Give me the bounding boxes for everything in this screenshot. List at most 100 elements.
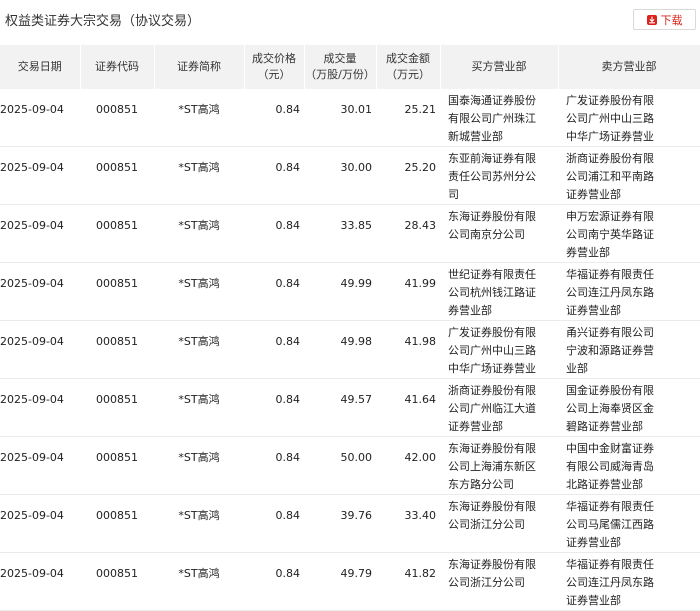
- buyer-branch-cell: 东海证券股份有限公司上海浦东新区东方路分公司: [440, 436, 558, 495]
- download-button[interactable]: 下载: [633, 9, 696, 30]
- trade-date-cell-text: 2025-09-04: [0, 567, 64, 580]
- price-cell: 0.84: [244, 552, 304, 611]
- table-row: 2025-09-04 000851 *ST高鸿 0.84 49.57 41.64 浙商证券股…: [0, 378, 700, 437]
- page-header: 权益类证券大宗交易（协议交易） 下载: [0, 0, 700, 40]
- seller-branch-cell: 华福证券有限责任公司连江丹凤东路证券营业部: [558, 262, 700, 321]
- security-name-cell-text: *ST高鸿: [178, 335, 220, 348]
- table-row: 2025-09-04 000851 *ST高鸿 0.84 30.01 25.21 国泰海通证…: [0, 89, 700, 147]
- table-row: 2025-09-04 000851 *ST高鸿 0.84 50.00 42.00 东海证券股…: [0, 436, 700, 495]
- buyer-branch-cell-text: 国泰海通证券股份有限公司广州珠江新城营业部: [448, 94, 536, 143]
- amount-cell-text: 42.00: [404, 451, 437, 464]
- amount-cell: 33.40: [376, 494, 440, 553]
- col-seller-branch-header: 卖方营业部: [558, 45, 700, 89]
- buyer-branch-cell-text: 东海证券股份有限公司上海浦东新区东方路分公司: [448, 442, 536, 491]
- price-cell-text: 0.84: [275, 393, 301, 406]
- table-row: 2025-09-04 000851 *ST高鸿 0.84 49.99 41.99 世纪证券有…: [0, 262, 700, 321]
- security-code-cell-text: 000851: [96, 219, 138, 232]
- security-name-cell: *ST高鸿: [154, 89, 244, 147]
- security-name-cell: *ST高鸿: [154, 146, 244, 205]
- security-code-cell-text: 000851: [96, 161, 138, 174]
- seller-branch-cell-text: 中国中金财富证券有限公司威海青岛北路证券营业部: [566, 442, 654, 491]
- trade-date-cell: 2025-09-04: [0, 204, 80, 263]
- security-name-cell: *ST高鸿: [154, 262, 244, 321]
- table-row: 2025-09-04 000851 *ST高鸿 0.84 49.98 41.98 广发证券股…: [0, 320, 700, 379]
- seller-branch-cell-text: 国金证券股份有限公司上海奉贤区金碧路证券营业部: [566, 384, 654, 433]
- trade-date-cell: 2025-09-04: [0, 436, 80, 495]
- security-code-cell: 000851: [80, 378, 154, 437]
- seller-branch-cell: 甬兴证券有限公司宁波和源路证券营业部: [558, 320, 700, 379]
- security-code-cell-text: 000851: [96, 103, 138, 116]
- price-cell-text: 0.84: [275, 277, 301, 290]
- buyer-branch-cell-text: 东亚前海证券有限责任公司苏州分公司: [448, 152, 536, 201]
- amount-cell-text: 33.40: [404, 509, 437, 522]
- price-cell-text: 0.84: [275, 335, 301, 348]
- trade-date-cell: 2025-09-04: [0, 320, 80, 379]
- trade-date-cell-text: 2025-09-04: [0, 277, 64, 290]
- security-name-cell-text: *ST高鸿: [178, 103, 220, 116]
- trade-date-cell-text: 2025-09-04: [0, 103, 64, 116]
- amount-cell: 25.20: [376, 146, 440, 205]
- buyer-branch-cell-text: 广发证券股份有限公司广州中山三路中华广场证券营业部: [448, 326, 536, 375]
- volume-cell-text: 30.01: [340, 103, 373, 116]
- amount-cell: 28.43: [376, 204, 440, 263]
- table-row: 2025-09-04 000851 *ST高鸿 0.84 30.00 25.20 东亚前海证…: [0, 146, 700, 205]
- col-buyer-branch-header: 买方营业部: [440, 45, 559, 89]
- buyer-branch-cell-text: 浙商证券股份有限公司广州临江大道证券营业部: [448, 384, 536, 433]
- seller-branch-cell: 申万宏源证券有限公司南宁英华路证券营业部: [558, 204, 700, 263]
- trade-date-cell-text: 2025-09-04: [0, 451, 64, 464]
- trade-date-cell: 2025-09-04: [0, 262, 80, 321]
- volume-cell-text: 49.57: [340, 393, 373, 406]
- volume-cell: 39.76: [304, 494, 376, 553]
- security-name-cell-text: *ST高鸿: [178, 393, 220, 406]
- trade-date-cell: 2025-09-04: [0, 494, 80, 553]
- security-name-cell: *ST高鸿: [154, 552, 244, 611]
- volume-cell-text: 49.99: [340, 277, 373, 290]
- seller-branch-cell: 浙商证券股份有限公司浦江和平南路证券营业部: [558, 146, 700, 205]
- security-name-cell: *ST高鸿: [154, 204, 244, 263]
- seller-branch-cell-text: 华福证券有限责任公司连江丹凤东路证券营业部: [566, 558, 654, 607]
- buyer-branch-cell-text: 世纪证券有限责任公司杭州钱江路证券营业部: [448, 268, 536, 317]
- seller-branch-cell-text: 申万宏源证券有限公司南宁英华路证券营业部: [566, 210, 654, 259]
- col-security-name-header: 证券简称: [154, 45, 245, 89]
- volume-cell-text: 50.00: [340, 451, 373, 464]
- table-row: 2025-09-04 000851 *ST高鸿 0.84 39.76 33.40 东海证券股…: [0, 494, 700, 553]
- security-code-cell-text: 000851: [96, 509, 138, 522]
- security-code-cell-text: 000851: [96, 451, 138, 464]
- security-code-cell: 000851: [80, 320, 154, 379]
- table-row: 2025-09-04 000851 *ST高鸿 0.84 49.79 41.82 东海证券股…: [0, 552, 700, 611]
- volume-cell: 49.98: [304, 320, 376, 379]
- seller-branch-cell-text: 浙商证券股份有限公司浦江和平南路证券营业部: [566, 152, 654, 201]
- amount-cell-text: 25.20: [404, 161, 437, 174]
- security-code-cell-text: 000851: [96, 393, 138, 406]
- buyer-branch-cell: 东海证券股份有限公司浙江分公司: [440, 494, 558, 553]
- price-cell-text: 0.84: [275, 509, 301, 522]
- buyer-branch-cell-text: 东海证券股份有限公司南京分公司: [448, 210, 536, 241]
- security-name-cell: *ST高鸿: [154, 320, 244, 379]
- price-cell-text: 0.84: [275, 219, 301, 232]
- security-name-cell: *ST高鸿: [154, 494, 244, 553]
- seller-branch-cell-text: 华福证券有限责任公司马尾儒江西路证券营业部: [566, 500, 654, 549]
- amount-cell-text: 25.21: [404, 103, 437, 116]
- seller-branch-cell-text: 广发证券股份有限公司广州中山三路中华广场证券营业部: [566, 94, 654, 143]
- security-code-cell: 000851: [80, 262, 154, 321]
- amount-cell-text: 41.99: [404, 277, 437, 290]
- amount-cell: 41.99: [376, 262, 440, 321]
- security-name-cell-text: *ST高鸿: [178, 277, 220, 290]
- security-name-cell-text: *ST高鸿: [178, 509, 220, 522]
- buyer-branch-cell: 浙商证券股份有限公司广州临江大道证券营业部: [440, 378, 558, 437]
- seller-branch-cell: 国金证券股份有限公司上海奉贤区金碧路证券营业部: [558, 378, 700, 437]
- security-code-cell-text: 000851: [96, 335, 138, 348]
- price-cell-text: 0.84: [275, 103, 301, 116]
- seller-branch-cell: 广发证券股份有限公司广州中山三路中华广场证券营业部: [558, 89, 700, 147]
- seller-branch-cell-text: 甬兴证券有限公司宁波和源路证券营业部: [566, 326, 654, 375]
- price-cell: 0.84: [244, 262, 304, 321]
- seller-branch-cell: 华福证券有限责任公司连江丹凤东路证券营业部: [558, 552, 700, 611]
- amount-cell: 42.00: [376, 436, 440, 495]
- trade-date-cell-text: 2025-09-04: [0, 335, 64, 348]
- volume-cell-text: 30.00: [340, 161, 373, 174]
- price-cell: 0.84: [244, 378, 304, 437]
- buyer-branch-cell: 广发证券股份有限公司广州中山三路中华广场证券营业部: [440, 320, 558, 379]
- trade-date-cell-text: 2025-09-04: [0, 509, 64, 522]
- volume-cell: 50.00: [304, 436, 376, 495]
- buyer-branch-cell: 国泰海通证券股份有限公司广州珠江新城营业部: [440, 89, 558, 147]
